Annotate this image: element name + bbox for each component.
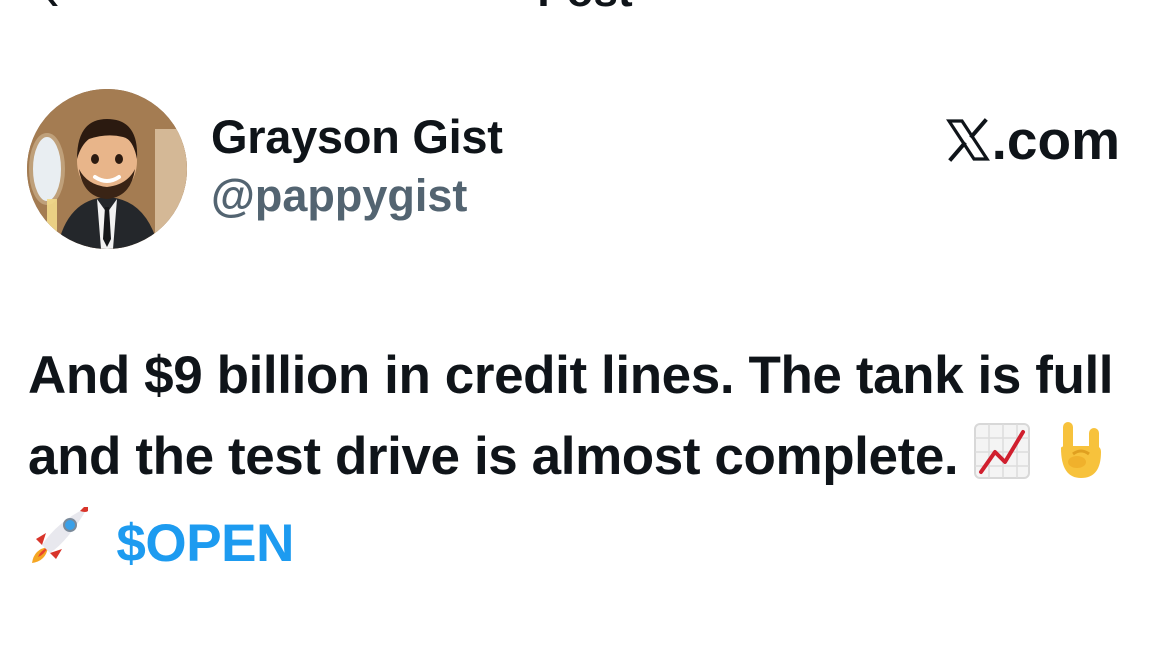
post-text: And $9 billion in credit lines. The tank… [28, 335, 1138, 590]
brand-link[interactable]: .com [945, 110, 1120, 170]
avatar-cartoon-man-icon [27, 89, 187, 249]
top-bar: Post [0, 0, 1170, 14]
brand-label: .com [991, 109, 1120, 171]
cashtag-link[interactable]: $OPEN [116, 514, 294, 573]
author-handle[interactable]: @pappygist [211, 168, 503, 224]
avatar[interactable] [27, 89, 187, 249]
chart-increasing-icon [973, 422, 1031, 503]
rocket-icon [28, 503, 92, 590]
post-body-text: And $9 billion in credit lines. The tank… [28, 346, 1114, 486]
x-logo-icon [945, 118, 990, 162]
author-display-name[interactable]: Grayson Gist [211, 108, 503, 166]
page-title: Post [0, 0, 1170, 14]
author-block: Grayson Gist @pappygist [211, 108, 503, 224]
sign-of-the-horns-icon [1055, 418, 1107, 503]
